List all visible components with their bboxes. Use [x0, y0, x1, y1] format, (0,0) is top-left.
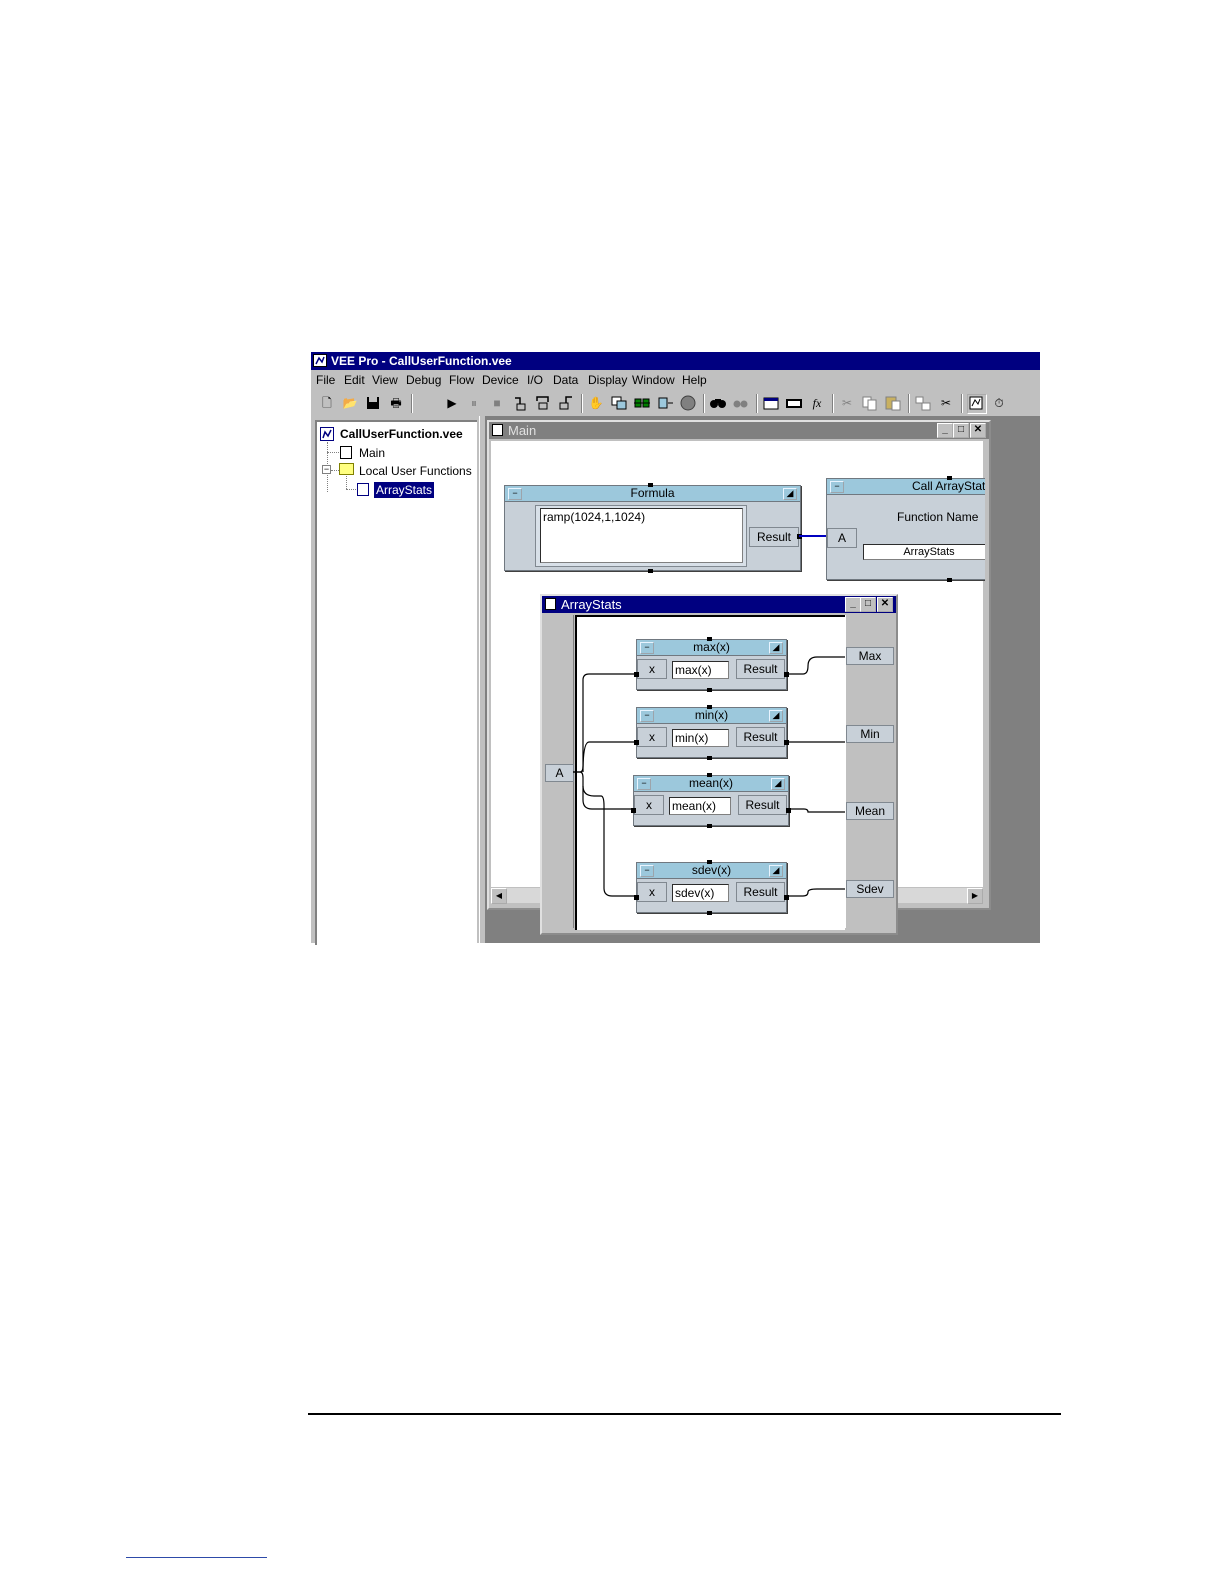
sdev-minimize-icon[interactable]: − [640, 865, 654, 877]
min-menu-icon[interactable]: ◢ [769, 710, 783, 722]
call-title-text: Call ArrayStats [912, 479, 985, 493]
app-window: VEE Pro - CallUserFunction.vee File Edit… [311, 352, 1040, 945]
max-menu-icon[interactable]: ◢ [769, 642, 783, 654]
mean-block[interactable]: mean(x) − ◢ x mean(x) Result [631, 773, 791, 828]
min-minimize-icon[interactable]: − [640, 710, 654, 722]
footer-link-underline [126, 1557, 267, 1558]
max-expression-field[interactable]: max(x) [672, 661, 729, 679]
mean-expression-field[interactable]: mean(x) [669, 797, 731, 815]
max-block-title[interactable]: max(x) − ◢ [637, 640, 786, 656]
call-minimize-icon[interactable]: − [830, 481, 844, 493]
mean-block-title[interactable]: mean(x) − ◢ [634, 776, 788, 792]
sdev-menu-icon[interactable]: ◢ [769, 865, 783, 877]
sdev-result-pin[interactable]: Result [736, 882, 785, 902]
min-result-pin[interactable]: Result [736, 727, 785, 747]
sdev-block[interactable]: sdev(x) − ◢ x sdev(x) Result [634, 860, 789, 915]
mean-minimize-icon[interactable]: − [637, 778, 651, 790]
max-result-pin[interactable]: Result [736, 659, 785, 679]
max-minimize-icon[interactable]: − [640, 642, 654, 654]
min-input-pin[interactable]: x [637, 727, 667, 747]
sdev-block-title-text: sdev(x) [691, 863, 732, 877]
footer-rule [308, 1413, 1061, 1415]
call-input-pin[interactable]: A [827, 528, 857, 548]
call-title[interactable]: Call ArrayStats − [827, 479, 985, 495]
mean-input-pin[interactable]: x [634, 795, 664, 815]
mean-menu-icon[interactable]: ◢ [771, 778, 785, 790]
sdev-block-title[interactable]: sdev(x) − ◢ [637, 863, 786, 879]
function-name-label: Function Name [897, 510, 979, 524]
min-block-title[interactable]: min(x) − ◢ [637, 708, 786, 724]
arraystats-window: ArrayStats _ □ ✕ A Max Min Mean Sdev max… [540, 594, 898, 935]
sdev-input-pin[interactable]: x [637, 882, 667, 902]
min-expression-field[interactable]: min(x) [672, 729, 729, 747]
mean-block-title-text: mean(x) [688, 776, 733, 790]
sdev-expression-field[interactable]: sdev(x) [672, 884, 729, 902]
min-block-title-text: min(x) [694, 708, 729, 722]
function-name-field[interactable]: ArrayStats [863, 544, 985, 560]
call-object-clip: Call ArrayStats − A Function Name ArrayS… [825, 472, 985, 584]
mean-result-pin[interactable]: Result [738, 795, 787, 815]
min-block[interactable]: min(x) − ◢ x min(x) Result [634, 705, 789, 760]
max-block-title-text: max(x) [693, 640, 730, 654]
max-block[interactable]: max(x) − ◢ x max(x) Result [634, 637, 789, 692]
call-arraystats-object[interactable]: Call ArrayStats − A Function Name ArrayS… [826, 476, 985, 582]
max-input-pin[interactable]: x [637, 659, 667, 679]
